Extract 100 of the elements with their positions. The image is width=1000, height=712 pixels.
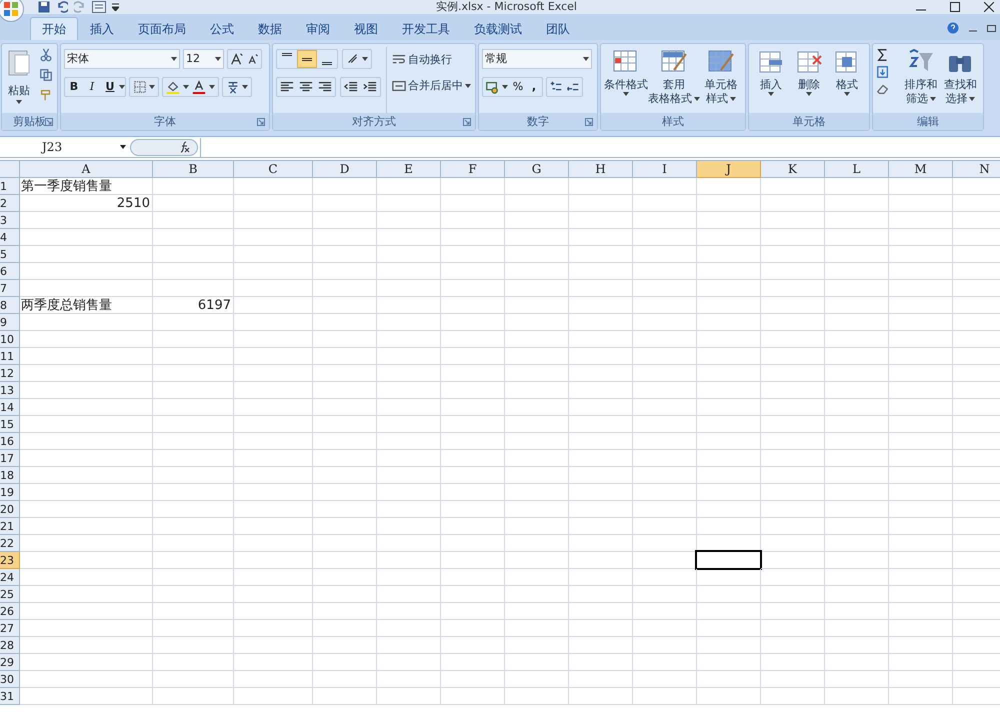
row-header[interactable]: 8 [0, 297, 20, 314]
row-header[interactable]: 14 [0, 399, 20, 416]
grid-cell[interactable]: 2510 [20, 195, 153, 212]
paste-button[interactable]: 粘贴 [5, 47, 33, 113]
name-box[interactable]: J23 [0, 138, 130, 156]
form-icon[interactable] [92, 1, 106, 13]
column-header[interactable]: N [953, 161, 1000, 178]
row-header[interactable]: 17 [0, 450, 20, 467]
phonetic-button[interactable] [222, 77, 252, 97]
bold-button[interactable]: B [65, 78, 83, 96]
row-header[interactable]: 1 [0, 178, 20, 195]
maximize-icon[interactable] [950, 2, 960, 12]
row-header[interactable]: 12 [0, 365, 20, 382]
save-icon[interactable] [38, 1, 50, 13]
cells-button[interactable]: 删除 [790, 47, 828, 113]
ribbon-tab[interactable]: 负载测试 [462, 17, 534, 40]
ribbon-tab[interactable]: 审阅 [294, 17, 342, 40]
dialog-launcher-icon[interactable] [463, 118, 471, 126]
style-button[interactable]: 套用 表格格式 [648, 47, 700, 113]
column-header[interactable]: H [569, 161, 633, 178]
number-format-field[interactable]: 常规 [482, 49, 592, 69]
row-header[interactable]: 23 [0, 552, 20, 569]
row-header[interactable]: 4 [0, 229, 20, 246]
row-header[interactable]: 21 [0, 518, 20, 535]
ribbon-tab[interactable]: 插入 [78, 17, 126, 40]
underline-button[interactable]: U [101, 78, 119, 96]
row-header[interactable]: 5 [0, 246, 20, 263]
caret-icon [969, 97, 976, 101]
row-header[interactable]: 29 [0, 654, 20, 671]
grid-cell[interactable]: 两季度总销售量 [20, 297, 153, 314]
style-button[interactable]: 条件格式 [604, 47, 648, 113]
column-header[interactable]: J [697, 161, 761, 178]
align-right-icon [318, 80, 332, 94]
row-header[interactable]: 9 [0, 314, 20, 331]
column-header[interactable]: A [20, 161, 153, 178]
grid-cell[interactable]: 第一季度销售量 [20, 178, 153, 195]
row-header[interactable]: 26 [0, 603, 20, 620]
row-header[interactable]: 6 [0, 263, 20, 280]
italic-button[interactable]: I [83, 78, 101, 96]
undo-icon[interactable] [56, 1, 68, 13]
column-header[interactable]: I [633, 161, 697, 178]
font-size-field[interactable]: 12 [183, 49, 224, 69]
dialog-launcher-icon[interactable] [45, 118, 53, 126]
row-header[interactable]: 3 [0, 212, 20, 229]
row-header[interactable]: 15 [0, 416, 20, 433]
select-all-corner[interactable] [0, 161, 20, 178]
row-header[interactable]: 18 [0, 467, 20, 484]
customize-toolbar-icon[interactable] [112, 3, 119, 11]
ribbon-tab[interactable]: 开发工具 [390, 17, 462, 40]
editing-button[interactable]: 排序和 筛选 [902, 47, 941, 113]
cells-button[interactable]: 插入 [752, 47, 790, 113]
row-header[interactable]: 31 [0, 688, 20, 705]
dialog-launcher-icon[interactable] [257, 118, 265, 126]
row-header[interactable]: 16 [0, 433, 20, 450]
wrap-text-button[interactable]: 自动换行 [392, 51, 471, 69]
row-header[interactable]: 10 [0, 331, 20, 348]
ribbon-tab[interactable]: 开始 [30, 17, 78, 40]
grid-cell[interactable]: 6197 [153, 297, 234, 314]
column-header[interactable]: L [825, 161, 889, 178]
row-header[interactable]: 2 [0, 195, 20, 212]
middle-align-button[interactable] [297, 50, 317, 68]
insert-function-icon[interactable] [179, 141, 191, 153]
column-header[interactable]: B [153, 161, 234, 178]
row-header[interactable]: 30 [0, 671, 20, 688]
ribbon-tab[interactable]: 数据 [246, 17, 294, 40]
borders-button[interactable] [129, 77, 159, 97]
row-header[interactable]: 11 [0, 348, 20, 365]
column-header[interactable]: F [441, 161, 505, 178]
row-header[interactable]: 24 [0, 569, 20, 586]
style-button[interactable]: 单元格 样式 [700, 47, 742, 113]
dialog-launcher-icon[interactable] [585, 118, 593, 126]
format-painter-icon [39, 88, 53, 102]
column-header[interactable]: K [761, 161, 825, 178]
row-header[interactable]: 22 [0, 535, 20, 552]
row-header[interactable]: 7 [0, 280, 20, 297]
close-icon[interactable] [984, 2, 994, 12]
row-header[interactable]: 28 [0, 637, 20, 654]
comma-button[interactable]: , [528, 78, 540, 96]
column-header[interactable]: M [889, 161, 953, 178]
row-header[interactable]: 19 [0, 484, 20, 501]
column-header[interactable]: C [234, 161, 313, 178]
row-header[interactable]: 25 [0, 586, 20, 603]
cells-button[interactable]: 格式 [828, 47, 866, 113]
help-icon[interactable] [947, 22, 959, 34]
row-header[interactable]: 13 [0, 382, 20, 399]
row-header[interactable]: 27 [0, 620, 20, 637]
editing-button[interactable]: 查找和 选择 [940, 47, 980, 113]
column-header[interactable]: D [313, 161, 377, 178]
redo-icon[interactable] [74, 1, 86, 13]
restore-icon[interactable] [987, 24, 996, 32]
column-header[interactable]: G [505, 161, 569, 178]
ribbon-tab[interactable]: 视图 [342, 17, 390, 40]
percent-button[interactable]: % [511, 78, 525, 96]
ribbon-tab[interactable]: 公式 [198, 17, 246, 40]
ribbon-tab[interactable]: 团队 [534, 17, 582, 40]
merge-center-button[interactable]: 合并后居中 [392, 77, 471, 95]
column-header[interactable]: E [377, 161, 441, 178]
row-header[interactable]: 20 [0, 501, 20, 518]
ribbon-tab[interactable]: 页面布局 [126, 17, 198, 40]
font-name-field[interactable]: 宋体 [64, 49, 180, 69]
